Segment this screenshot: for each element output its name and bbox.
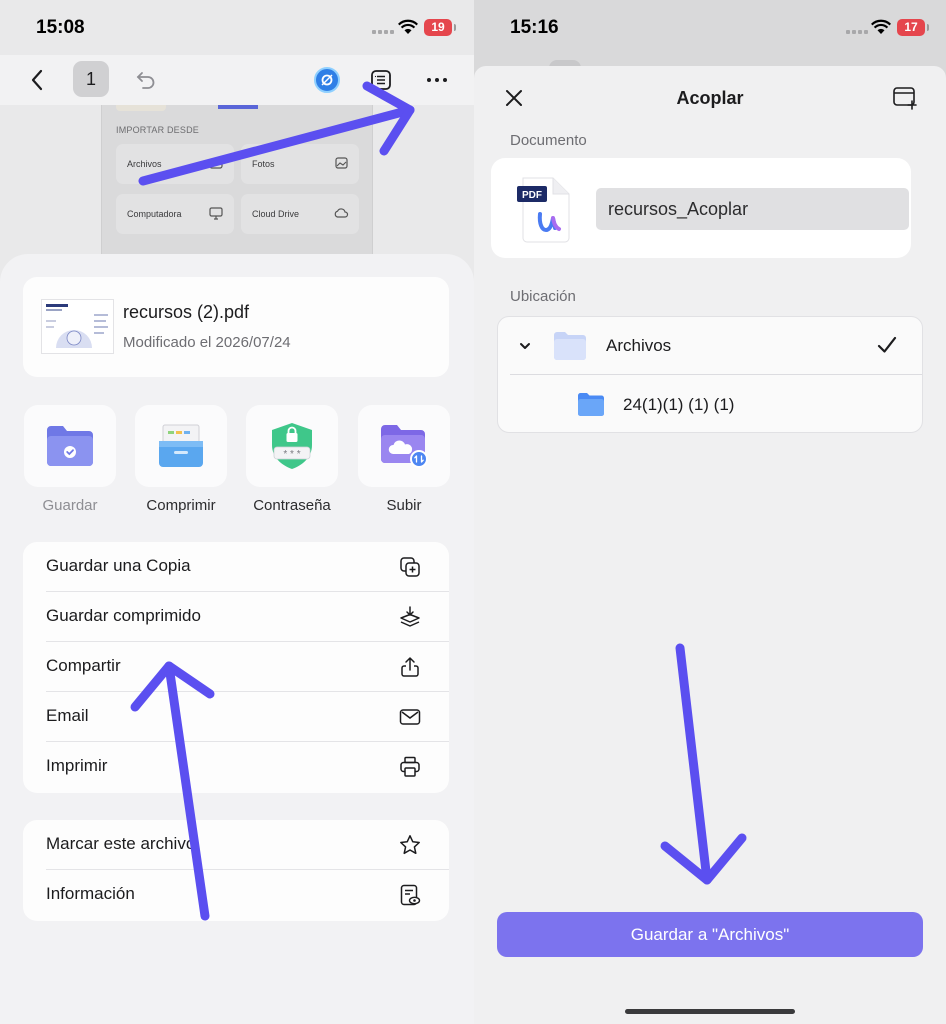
menu-item-compartir[interactable]: Compartir xyxy=(23,642,449,692)
save-folder-icon xyxy=(47,426,93,466)
folder-icon xyxy=(577,392,605,417)
quick-action-contrasena[interactable]: * * * xyxy=(246,405,338,487)
file-thumbnail xyxy=(41,299,114,354)
new-folder-icon[interactable] xyxy=(892,85,918,111)
location-label: Archivos xyxy=(606,336,672,355)
undo-icon[interactable] xyxy=(129,63,163,97)
import-tile-archivos[interactable]: Archivos xyxy=(116,144,234,184)
battery-indicator: 19 xyxy=(424,19,456,36)
menu-group-primary: Guardar una Copia Guardar comprimido Com… xyxy=(23,542,449,793)
quick-action-comprimir[interactable] xyxy=(135,405,227,487)
document-section-label: Documento xyxy=(510,132,587,149)
top-toolbar: 1 xyxy=(0,55,474,105)
file-name-input[interactable] xyxy=(596,188,909,230)
wifi-icon xyxy=(398,19,418,34)
location-section-label: Ubicación xyxy=(510,288,576,305)
svg-text:* * *: * * * xyxy=(283,449,300,460)
background-document: IMPORTAR DESDE Archivos Fotos Computador… xyxy=(101,105,373,265)
outline-icon[interactable] xyxy=(364,63,398,97)
location-item-subfolder[interactable]: 24(1)(1) (1) (1) xyxy=(498,375,922,433)
quick-label-guardar: Guardar xyxy=(42,497,98,514)
quick-label-contrasena: Contraseña xyxy=(253,497,331,514)
menu-item-guardar-copia[interactable]: Guardar una Copia xyxy=(23,542,449,592)
password-shield-icon: * * * xyxy=(272,423,312,469)
pdf-file-icon: PDF xyxy=(515,174,575,244)
home-indicator xyxy=(625,1009,795,1014)
status-bar: 15:16 17 xyxy=(474,0,946,50)
save-to-files-button[interactable]: Guardar a "Archivos" xyxy=(497,912,923,957)
menu-item-label: Imprimir xyxy=(46,756,108,775)
menu-item-label: Email xyxy=(46,706,89,725)
import-from-title: IMPORTAR DESDE xyxy=(116,125,199,135)
menu-item-label: Compartir xyxy=(46,656,121,675)
location-list: Archivos 24(1)(1) (1) (1) xyxy=(497,316,923,433)
cellular-signal-icon xyxy=(846,29,868,34)
menu-item-marcar[interactable]: Marcar este archivo xyxy=(23,820,449,870)
menu-item-informacion[interactable]: Información xyxy=(23,870,449,920)
file-info-card: recursos (2).pdf Modificado el 2026/07/2… xyxy=(23,277,449,377)
import-tile-cloud-drive[interactable]: Cloud Drive xyxy=(241,194,359,234)
cellular-signal-icon xyxy=(372,29,394,34)
checkmark-icon xyxy=(876,334,898,356)
file-actions-sheet: recursos (2).pdf Modificado el 2026/07/2… xyxy=(0,254,474,1024)
import-icon xyxy=(208,155,224,171)
tile-label: Computadora xyxy=(127,209,182,219)
menu-group-secondary: Marcar este archivo Información xyxy=(23,820,449,921)
menu-item-guardar-comprimido[interactable]: Guardar comprimido xyxy=(23,592,449,642)
quick-action-guardar[interactable] xyxy=(24,405,116,487)
star-icon xyxy=(398,833,422,857)
status-bar: 15:08 19 xyxy=(0,0,474,50)
import-tile-computadora[interactable]: Computadora xyxy=(116,194,234,234)
quick-label-comprimir: Comprimir xyxy=(146,497,216,514)
flatten-dialog: Acoplar Documento PDF Ubicación xyxy=(474,66,946,1024)
tile-label: Fotos xyxy=(252,159,275,169)
back-icon[interactable] xyxy=(20,63,54,97)
menu-item-email[interactable]: Email xyxy=(23,692,449,742)
more-icon[interactable] xyxy=(420,63,454,97)
status-time: 15:16 xyxy=(510,17,559,38)
menu-item-label: Guardar una Copia xyxy=(46,556,191,575)
tile-label: Archivos xyxy=(127,159,162,169)
upload-cloud-icon xyxy=(381,425,428,468)
mail-icon xyxy=(398,705,422,729)
printer-icon xyxy=(398,755,422,779)
battery-indicator: 17 xyxy=(897,19,929,36)
quick-label-subir: Subir xyxy=(386,497,422,514)
ai-assistant-icon[interactable] xyxy=(310,63,344,97)
menu-item-label: Información xyxy=(46,884,135,903)
menu-item-label: Marcar este archivo xyxy=(46,834,196,853)
document-card: PDF xyxy=(491,158,911,258)
file-modified-date: Modificado el 2026/07/24 xyxy=(123,334,291,351)
computer-icon xyxy=(208,205,224,221)
menu-item-imprimir[interactable]: Imprimir xyxy=(23,742,449,792)
wifi-icon xyxy=(871,19,891,34)
status-time: 15:08 xyxy=(36,17,85,38)
tile-label: Cloud Drive xyxy=(252,209,300,219)
right-screen: 15:16 17 Acoplar Documento PDF recursos_… xyxy=(474,0,946,1024)
info-doc-icon xyxy=(398,883,422,907)
dialog-title: Acoplar xyxy=(676,88,744,108)
underlying-toolbar xyxy=(474,50,946,70)
location-label: 24(1)(1) (1) (1) xyxy=(623,395,735,414)
folder-icon xyxy=(553,331,587,361)
file-name: recursos (2).pdf xyxy=(123,302,250,322)
copy-plus-icon xyxy=(398,555,422,579)
compress-icon xyxy=(159,424,203,467)
share-icon xyxy=(398,655,422,679)
photos-icon xyxy=(333,155,349,171)
location-item-archivos[interactable]: Archivos xyxy=(498,317,922,375)
pdf-badge-text: PDF xyxy=(522,190,542,201)
quick-action-subir[interactable] xyxy=(358,405,450,487)
cloud-icon xyxy=(333,205,349,221)
page-number-button[interactable]: 1 xyxy=(73,61,109,97)
compressed-layers-icon xyxy=(398,605,422,629)
menu-item-label: Guardar comprimido xyxy=(46,606,201,625)
import-tile-fotos[interactable]: Fotos xyxy=(241,144,359,184)
chevron-down-icon[interactable] xyxy=(518,339,532,353)
left-screen: 15:08 19 IMPORTAR DESDE Archivos Fotos C… xyxy=(0,0,474,1024)
